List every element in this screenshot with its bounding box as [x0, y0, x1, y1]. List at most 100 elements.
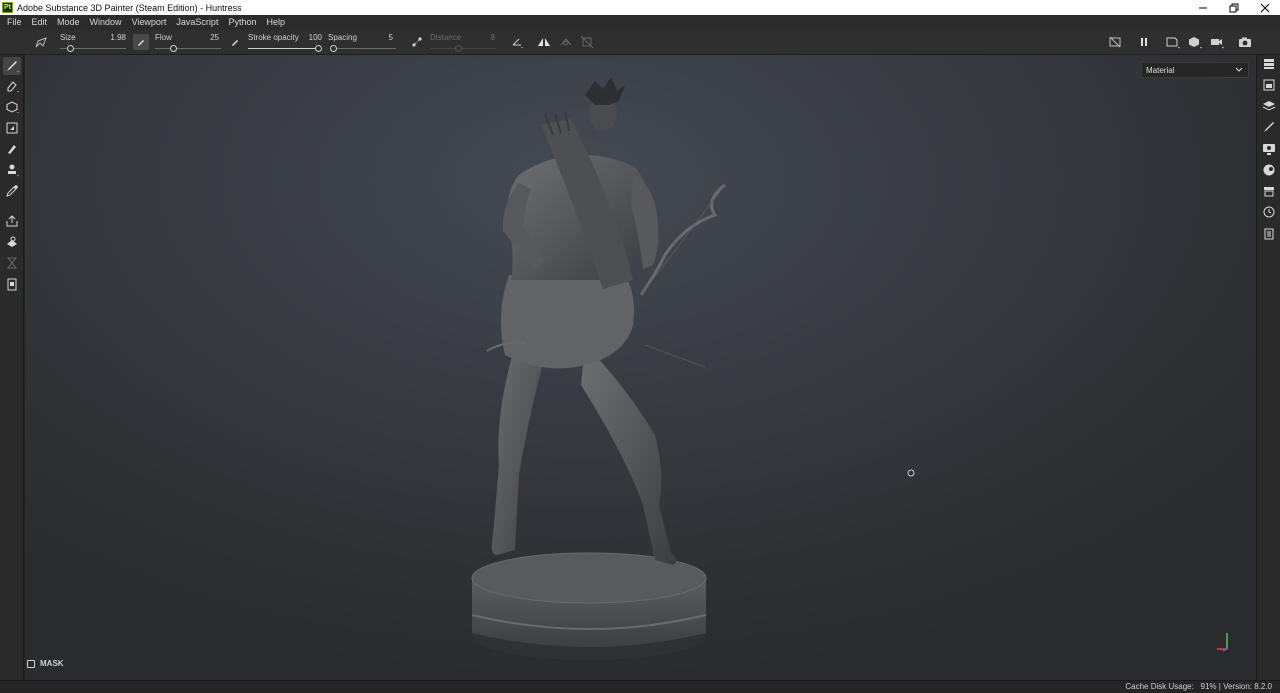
- menu-window[interactable]: Window: [85, 15, 127, 30]
- statue-right-leg: [581, 345, 677, 565]
- export-icon: [6, 215, 18, 227]
- spacing-slider-track[interactable]: [330, 48, 396, 49]
- window-title: Adobe Substance 3D Painter (Steam Editio…: [17, 2, 242, 13]
- properties-icon: [1264, 122, 1274, 132]
- polygon-fill-tool-button[interactable]: [3, 119, 21, 137]
- video-camera-icon: [1211, 39, 1224, 49]
- color-picker-tool-button[interactable]: [3, 182, 21, 200]
- size-value[interactable]: 1.98: [96, 33, 126, 42]
- mask-toggle[interactable]: MASK: [27, 659, 64, 668]
- mask-label: MASK: [40, 659, 64, 668]
- stroke-opacity-slider-handle[interactable]: [315, 45, 322, 52]
- clipboard-button[interactable]: [3, 275, 21, 293]
- flow-value[interactable]: 25: [189, 33, 219, 42]
- display-settings-icon: [1263, 144, 1275, 155]
- distance-slider-track: [430, 48, 496, 49]
- environment-icon: [1263, 164, 1275, 176]
- camera-settings-button[interactable]: [1209, 34, 1225, 50]
- pause-icon: [1141, 38, 1147, 46]
- shelf-button[interactable]: [1260, 182, 1278, 200]
- geometry-mask-button[interactable]: [3, 254, 21, 272]
- menu-help[interactable]: Help: [261, 15, 290, 30]
- projection-tool-button[interactable]: [3, 98, 21, 116]
- flow-label: Flow: [155, 33, 172, 42]
- flow-slider-handle[interactable]: [170, 45, 177, 52]
- spacing-label: Spacing: [328, 33, 357, 42]
- spacing-value[interactable]: 5: [363, 33, 393, 42]
- restore-button[interactable]: [1218, 0, 1249, 15]
- menu-mode[interactable]: Mode: [52, 15, 85, 30]
- menu-viewport[interactable]: Viewport: [127, 15, 172, 30]
- stroke-opacity-value[interactable]: 100: [292, 33, 322, 42]
- cube-icon: [1189, 37, 1202, 49]
- display-mode-dropdown[interactable]: Material: [1141, 62, 1249, 78]
- smudge-icon: [8, 145, 16, 154]
- minimize-icon: [1198, 7, 1207, 8]
- layers-panel-icon: [1264, 59, 1274, 69]
- alignment-dropdown[interactable]: [510, 34, 526, 50]
- stroke-opacity-slider-track[interactable]: [248, 48, 320, 49]
- statue-hips: [500, 275, 634, 369]
- screenshot-button[interactable]: [1237, 34, 1253, 50]
- projection-icon: [6, 101, 19, 114]
- status-text: Cache Disk Usage: 91% | Version: 8.2.0: [1125, 682, 1272, 691]
- lazy-mouse-toggle[interactable]: [409, 34, 425, 50]
- restore-icon: [1229, 3, 1238, 12]
- layer-stack-button[interactable]: [1260, 97, 1278, 115]
- export-button[interactable]: [3, 212, 21, 230]
- display-settings-button[interactable]: [1260, 140, 1278, 158]
- menu-javascript[interactable]: JavaScript: [171, 15, 223, 30]
- huntress-statue-model[interactable]: [25, 55, 1256, 680]
- close-icon: [1260, 3, 1269, 12]
- viewport-2d-3d-button[interactable]: [1165, 34, 1181, 50]
- rotate-cursor-icon: [907, 469, 915, 477]
- clone-tool-button[interactable]: [3, 161, 21, 179]
- layer-stack-icon: [1262, 101, 1276, 111]
- log-button[interactable]: [1260, 225, 1278, 243]
- paint-brush-icon: [7, 61, 19, 73]
- clone-stamp-icon: [8, 164, 19, 177]
- pen-pressure-icon: [232, 40, 238, 46]
- 3d-viewport[interactable]: Material MASK: [25, 55, 1256, 680]
- hide-ui-button[interactable]: [1107, 34, 1123, 50]
- symmetry-icon: [538, 38, 550, 46]
- texture-set-list-icon: [1263, 79, 1275, 91]
- eraser-tool-button[interactable]: [3, 77, 21, 95]
- statue-left-leg: [491, 345, 545, 555]
- menu-edit[interactable]: Edit: [27, 15, 53, 30]
- symmetry-options-button[interactable]: [558, 34, 574, 50]
- history-icon: [1263, 206, 1275, 218]
- close-button[interactable]: [1249, 0, 1280, 15]
- size-pressure-toggle[interactable]: [133, 34, 149, 50]
- mask-checkbox[interactable]: [27, 659, 35, 668]
- minimize-button[interactable]: [1187, 0, 1218, 15]
- brush-preset-button[interactable]: [33, 34, 49, 50]
- camera-projection-button[interactable]: [1187, 34, 1203, 50]
- spacing-slider-handle[interactable]: [330, 45, 337, 52]
- smudge-tool-button[interactable]: [3, 140, 21, 158]
- symmetry-button[interactable]: [536, 34, 552, 50]
- paint-tool-button[interactable]: [3, 57, 21, 75]
- layers-panel-button[interactable]: [1260, 55, 1278, 73]
- pen-pressure-icon: [138, 40, 144, 46]
- axis-gizmo-icon: [1217, 633, 1228, 652]
- size-slider-handle[interactable]: [67, 45, 74, 52]
- texture-set-list-button[interactable]: [1260, 76, 1278, 94]
- menu-python[interactable]: Python: [223, 15, 261, 30]
- bake-button[interactable]: [3, 233, 21, 251]
- environment-button[interactable]: [1260, 161, 1278, 179]
- transform-button[interactable]: [579, 34, 595, 50]
- menu-bar: File Edit Mode Window Viewport JavaScrip…: [0, 15, 1280, 30]
- menu-file[interactable]: File: [2, 15, 27, 30]
- flow-pressure-toggle[interactable]: [227, 34, 243, 50]
- history-button[interactable]: [1260, 203, 1278, 221]
- chevron-down-icon: [1235, 67, 1243, 72]
- display-mode-value: Material: [1146, 65, 1175, 75]
- app-logo-icon: Pt: [2, 2, 13, 13]
- lazy-mouse-icon: [412, 37, 422, 47]
- transform-icon: [580, 35, 594, 49]
- properties-button[interactable]: [1260, 118, 1278, 136]
- pause-render-button[interactable]: [1136, 34, 1152, 50]
- alignment-icon: [512, 38, 523, 48]
- flow-slider-track[interactable]: [155, 48, 221, 49]
